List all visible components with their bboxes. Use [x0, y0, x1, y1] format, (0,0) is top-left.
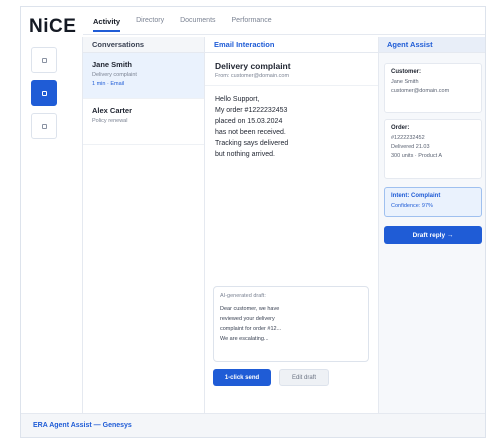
order-delivered: Delivered 21.03: [391, 144, 430, 150]
order-number: #1222232452: [391, 135, 425, 141]
rail-button-2[interactable]: [31, 80, 57, 106]
top-tabs: Activity Directory Documents Performance: [93, 15, 272, 32]
conversations-panel: Conversations Jane Smith Delivery compla…: [83, 37, 205, 413]
customer-name: Jane Smith: [391, 79, 419, 85]
customer-card: Customer: Jane Smith customer@domain.com: [384, 63, 482, 113]
edit-draft-button[interactable]: Edit draft: [279, 369, 329, 386]
conversation-item-jane-smith[interactable]: Jane Smith Delivery complaint 1 min · Em…: [83, 53, 204, 99]
tab-performance[interactable]: Performance: [232, 15, 272, 32]
one-click-send-button[interactable]: 1-click send: [213, 369, 271, 386]
email-heading: Email Interaction: [205, 37, 378, 53]
agent-assist-panel: Agent Assist Customer: Jane Smith custom…: [379, 37, 485, 413]
ai-draft-line: Dear customer, we have: [220, 306, 280, 312]
divider: [83, 34, 485, 35]
conversation-subject: Delivery complaint: [92, 72, 137, 78]
ai-draft-line: We are escalating...: [220, 336, 269, 342]
order-units: 300 units · Product A: [391, 153, 443, 159]
conversations-heading: Conversations: [83, 37, 204, 53]
rail-button-1[interactable]: [31, 47, 57, 73]
conversation-meta: 1 min · Email: [92, 81, 125, 87]
customer-email: customer@domain.com: [391, 88, 450, 94]
email-body-line: Hello Support,: [215, 96, 260, 103]
email-body-line: has not been received.: [215, 129, 286, 136]
email-subject: Delivery complaint: [215, 61, 291, 71]
intent-confidence: Confidence: 97%: [391, 203, 433, 209]
tab-documents[interactable]: Documents: [180, 15, 215, 32]
email-body-line: My order #1222232453: [215, 107, 288, 114]
square-icon: [41, 90, 47, 96]
conversation-subject: Policy renewal: [92, 118, 128, 124]
order-title: Order:: [391, 125, 410, 131]
email-body-line: but nothing arrived.: [215, 151, 275, 158]
left-rail: [21, 37, 83, 413]
customer-title: Customer:: [391, 69, 422, 75]
draft-reply-button[interactable]: Draft reply →: [384, 226, 482, 244]
email-body-line: Tracking says delivered: [215, 140, 289, 147]
app-window: NiCE Activity Directory Documents Perfor…: [20, 6, 486, 438]
nice-logo: NiCE: [29, 16, 77, 37]
order-card: Order: #1222232452 Delivered 21.03 300 u…: [384, 119, 482, 179]
agent-assist-heading: Agent Assist: [379, 37, 485, 53]
tab-directory[interactable]: Directory: [136, 15, 164, 32]
ai-draft-box[interactable]: AI-generated draft: Dear customer, we ha…: [213, 286, 369, 362]
ai-draft-line: reviewed your delivery: [220, 316, 275, 322]
conversation-name: Alex Carter: [92, 106, 133, 115]
rail-button-3[interactable]: [31, 113, 57, 139]
email-body: Hello Support, My order #1222232453 plac…: [205, 86, 378, 168]
email-body-line: placed on 15.03.2024: [215, 118, 283, 125]
ai-draft-label: AI-generated draft:: [220, 293, 266, 299]
conversation-item-alex-carter[interactable]: Alex Carter Policy renewal: [83, 99, 204, 145]
square-icon: [41, 57, 47, 63]
email-from: From: customer@domain.com: [205, 73, 378, 86]
conversation-name: Jane Smith: [92, 60, 133, 69]
tab-activity[interactable]: Activity: [93, 15, 121, 32]
square-icon: [41, 123, 47, 129]
footer-bar: ERA Agent Assist — Genesys: [21, 413, 485, 437]
intent-title: Intent: Complaint: [391, 193, 441, 199]
ai-draft-line: complaint for order #12...: [220, 326, 282, 332]
email-panel: Email Interaction Delivery complaint Fro…: [205, 37, 379, 413]
intent-card: Intent: Complaint Confidence: 97%: [384, 187, 482, 217]
